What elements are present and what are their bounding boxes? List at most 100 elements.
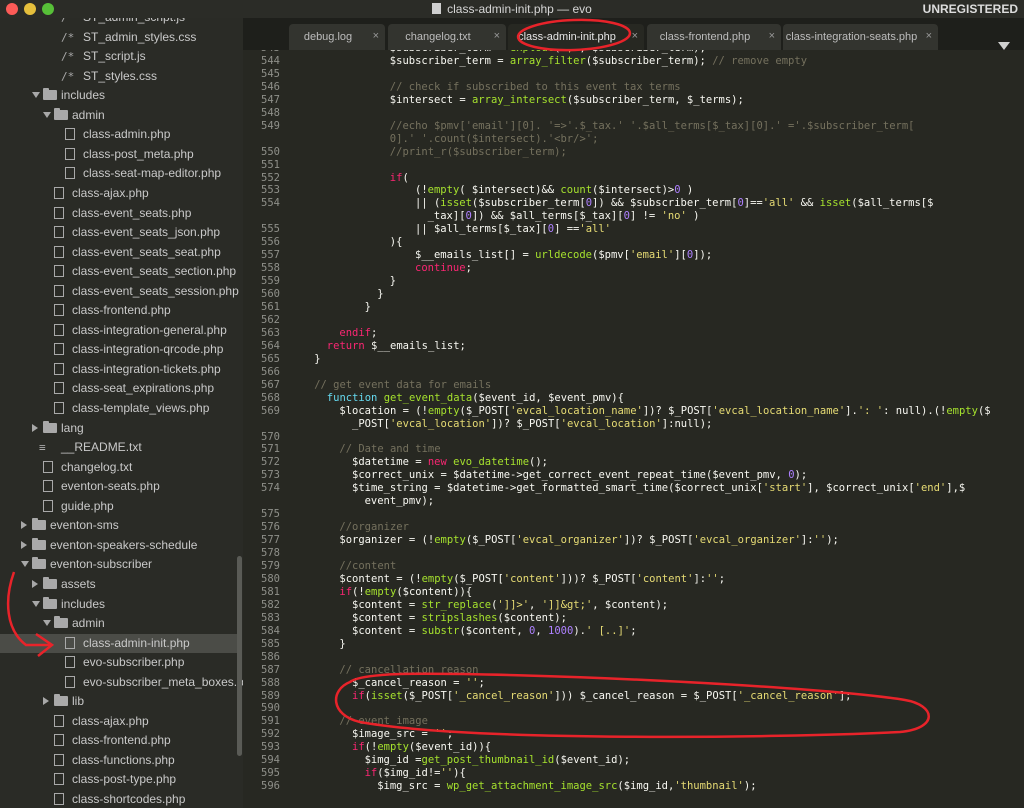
sidebar-folder-eventon-speakers-schedule[interactable]: eventon-speakers-schedule (0, 536, 243, 556)
sidebar-file-st-admin-styles-css[interactable]: /* ST_admin_styles.css (0, 28, 243, 48)
sidebar-file-st-admin-script-js[interactable]: /* ST_admin_script.js (0, 18, 243, 28)
code-line[interactable]: // Date and time (339, 443, 440, 455)
tab-close-icon[interactable]: × (494, 30, 500, 42)
code-line[interactable]: // check if subscribed to this event tax… (390, 81, 681, 93)
code-line[interactable]: $image_src = ''; (352, 728, 453, 740)
sidebar-file-class-template-views-php[interactable]: class-template_views.php (0, 399, 243, 419)
sidebar-file-class-integration-tickets-php[interactable]: class-integration-tickets.php (0, 360, 243, 380)
code-line[interactable]: $content = stripslashes($content); (352, 612, 567, 624)
code-line[interactable]: if($img_id!=''){ (365, 767, 466, 779)
tab-close-icon[interactable]: × (632, 30, 638, 42)
code-line[interactable]: } (365, 301, 371, 313)
code-line[interactable]: } (390, 275, 396, 287)
code-line[interactable]: //organizer (339, 521, 409, 533)
sidebar-file-class-shortcodes-php[interactable]: class-shortcodes.php (0, 790, 243, 808)
code-line[interactable]: $__emails_list[] = urldecode($pmv['email… (415, 249, 712, 261)
code-line[interactable]: endif; (339, 327, 377, 339)
code-line[interactable]: // get event data for emails (314, 379, 491, 391)
code-line[interactable]: if(!empty($content)){ (339, 586, 472, 598)
code-line[interactable]: $correct_unix = $datetime->get_correct_e… (352, 469, 807, 481)
tab-close-icon[interactable]: × (373, 30, 379, 42)
code-line[interactable]: // event image (339, 715, 428, 727)
disclosure-closed-icon[interactable] (21, 540, 27, 549)
code-line[interactable]: || $all_terms[$_tax][0] =='all' (415, 223, 611, 235)
sidebar-file-class-ajax-php[interactable]: class-ajax.php (0, 184, 243, 204)
code-line[interactable]: _POST['evcal_location'])? $_POST['evcal_… (352, 418, 712, 430)
sidebar-file-class-integration-general-php[interactable]: class-integration-general.php (0, 321, 243, 341)
sidebar-file-class-integration-qrcode-php[interactable]: class-integration-qrcode.php (0, 340, 243, 360)
code-line[interactable]: continue; (415, 262, 472, 274)
code-line[interactable]: function get_event_data($event_id, $even… (327, 392, 624, 404)
code-line[interactable]: if(isset($_POST['_cancel_reason'])) $_ca… (352, 690, 851, 702)
tab-overflow-menu-icon[interactable] (998, 42, 1010, 50)
code-line[interactable]: // cancellation reason (339, 664, 478, 676)
disclosure-open-icon[interactable] (43, 111, 51, 118)
sidebar-file-evo-subscriber-meta-boxes-ph[interactable]: evo-subscriber_meta_boxes.ph (0, 673, 243, 693)
tab-debug-log[interactable]: debug.log × (289, 24, 385, 50)
code-line[interactable]: || (isset($subscriber_term[0]) && $subsc… (415, 197, 933, 209)
sidebar-file-class-frontend-php[interactable]: class-frontend.php (0, 301, 243, 321)
tab-class-integration-seats-php[interactable]: class-integration-seats.php × (783, 24, 938, 50)
sidebar-folder-lib[interactable]: lib (0, 692, 243, 712)
sidebar-folder-includes[interactable]: includes (0, 86, 243, 106)
sidebar-folder-eventon-sms[interactable]: eventon-sms (0, 516, 243, 536)
sidebar-folder-lang[interactable]: lang (0, 419, 243, 439)
code-line[interactable]: (!empty( $intersect)&& count($intersect)… (415, 184, 693, 196)
tab-class-admin-init-php[interactable]: class-admin-init.php × (508, 24, 644, 50)
code-line[interactable]: //content (339, 560, 396, 572)
code-line[interactable]: _tax][0]) && $all_terms[$_tax][0] != 'no… (428, 210, 700, 222)
sidebar-file-evo-subscriber-php[interactable]: evo-subscriber.php (0, 653, 243, 673)
sidebar-folder-admin[interactable]: admin (0, 106, 243, 126)
sidebar-file-guide-php[interactable]: guide.php (0, 497, 243, 517)
code-line[interactable]: $location = (!empty($_POST['evcal_locati… (339, 405, 990, 417)
disclosure-open-icon[interactable] (32, 92, 40, 99)
code-editor[interactable]: 5435445455465475485495505515525535545555… (243, 50, 1024, 808)
sidebar-file-class-admin-init-php[interactable]: class-admin-init.php (0, 633, 237, 654)
disclosure-closed-icon[interactable] (43, 697, 49, 706)
disclosure-closed-icon[interactable] (21, 521, 27, 530)
code-line[interactable]: //echo $pmv['email'][0]. '=>'.$_tax.' '.… (390, 120, 915, 132)
sidebar-folder-eventon-subscriber[interactable]: eventon-subscriber (0, 555, 243, 575)
disclosure-open-icon[interactable] (21, 561, 29, 568)
sidebar-file-changelog-txt[interactable]: changelog.txt (0, 458, 243, 478)
sidebar-file-class-seat-map-editor-php[interactable]: class-seat-map-editor.php (0, 164, 243, 184)
sidebar-file-class-event-seats-seat-php[interactable]: class-event_seats_seat.php (0, 243, 243, 263)
code-line[interactable]: $img_src = wp_get_attachment_image_src($… (377, 780, 756, 792)
code-line[interactable]: event_pmv); (365, 495, 435, 507)
code-line[interactable]: ){ (390, 236, 403, 248)
code-line[interactable]: $content = substr($content, 0, 1000).' [… (352, 625, 637, 637)
sidebar-file-class-event-seats-json-php[interactable]: class-event_seats_json.php (0, 223, 243, 243)
sidebar-scrollbar[interactable] (237, 556, 242, 756)
code-line[interactable]: $datetime = new evo_datetime(); (352, 456, 548, 468)
disclosure-closed-icon[interactable] (32, 579, 38, 588)
code-line[interactable]: } (339, 638, 345, 650)
sidebar-file-st-styles-css[interactable]: /* ST_styles.css (0, 67, 243, 87)
sidebar-file-class-post-type-php[interactable]: class-post-type.php (0, 770, 243, 790)
code-line[interactable]: $img_id =get_post_thumbnail_id($event_id… (365, 754, 631, 766)
tab-close-icon[interactable]: × (926, 30, 932, 42)
sidebar-file-class-functions-php[interactable]: class-functions.php (0, 751, 243, 771)
code-line[interactable]: 0].' '.count($intersect).'<br/>'; (390, 133, 599, 145)
sidebar-file-class-seat-expirations-php[interactable]: class-seat_expirations.php (0, 379, 243, 399)
sidebar-file-class-admin-php[interactable]: class-admin.php (0, 125, 243, 145)
sidebar-file-class-ajax-php[interactable]: class-ajax.php (0, 712, 243, 732)
code-line[interactable]: $content = (!empty($_POST['content']))? … (339, 573, 725, 585)
code-line[interactable]: if(!empty($event_id)){ (352, 741, 491, 753)
code-line[interactable]: return $__emails_list; (327, 340, 466, 352)
tab-class-frontend-php[interactable]: class-frontend.php × (647, 24, 781, 50)
code-line[interactable]: $time_string = $datetime->get_formatted_… (352, 482, 965, 494)
code-line[interactable]: $_cancel_reason = ''; (352, 677, 485, 689)
disclosure-open-icon[interactable] (43, 620, 51, 627)
sidebar-file-class-event-seats-session-php[interactable]: class-event_seats_session.php (0, 282, 243, 302)
code-line[interactable]: $organizer = (!empty($_POST['evcal_organ… (339, 534, 838, 546)
code-line[interactable]: $subscriber_term = explode(',', $subscri… (390, 50, 706, 54)
sidebar-file-eventon-seats-php[interactable]: eventon-seats.php (0, 477, 243, 497)
code-line[interactable]: } (377, 288, 383, 300)
sidebar-file-class-event-seats-php[interactable]: class-event_seats.php (0, 204, 243, 224)
sidebar-file-class-frontend-php[interactable]: class-frontend.php (0, 731, 243, 751)
sidebar-file-class-event-seats-section-php[interactable]: class-event_seats_section.php (0, 262, 243, 282)
code-line[interactable]: //print_r($subscriber_term); (390, 146, 567, 158)
code-line[interactable]: $intersect = array_intersect($subscriber… (390, 94, 744, 106)
code-line[interactable]: $content = str_replace(']]>', ']]&gt;', … (352, 599, 668, 611)
code-line[interactable]: } (314, 353, 320, 365)
